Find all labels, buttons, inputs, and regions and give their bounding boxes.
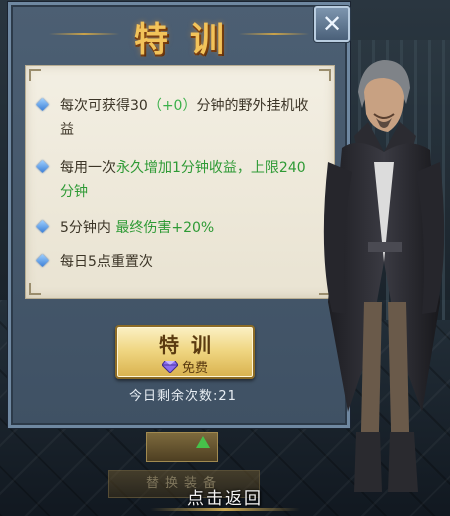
- training-panel: 特训 每次可获得30（+0）分钟的野外挂机收益 每用一次永久增加1分钟收益，上限…: [8, 2, 350, 428]
- rule-text: 每次可获得30: [60, 98, 148, 114]
- paper-corner: [29, 283, 41, 295]
- gem-icon: [161, 360, 178, 373]
- character-portrait: [323, 60, 445, 492]
- rule-text: 每用一次: [60, 160, 116, 176]
- rule-text: 5分钟内: [60, 220, 116, 236]
- train-button[interactable]: 特训 免费: [115, 325, 255, 379]
- rule-text: 每日5点重置次: [60, 254, 153, 270]
- diamond-bullet-icon: [36, 220, 49, 233]
- panel-title: 特训: [134, 19, 246, 60]
- rules-paper: 每次可获得30（+0）分钟的野外挂机收益 每用一次永久增加1分钟收益，上限240…: [25, 65, 335, 299]
- rule-item: 每次可获得30（+0）分钟的野外挂机收益: [36, 94, 310, 142]
- panel-header: 特训: [21, 9, 337, 63]
- rule-item: 每日5点重置次: [36, 250, 310, 274]
- rule-item: 5分钟内 最终伤害+20%: [36, 216, 310, 240]
- close-icon: ✕: [321, 10, 343, 38]
- train-button-sublabel: 免费: [181, 361, 208, 376]
- diamond-bullet-icon: [36, 254, 49, 267]
- remaining-count: 今日剩余次数:21: [129, 389, 237, 404]
- diamond-bullet-icon: [36, 160, 49, 173]
- rule-highlight: 最终伤害+20%: [115, 220, 215, 236]
- rule-item: 每用一次永久增加1分钟收益，上限240分钟: [36, 156, 310, 204]
- close-button[interactable]: ✕: [314, 6, 350, 42]
- bottom-ornament: [150, 508, 300, 511]
- train-button-label: 特训: [159, 333, 223, 357]
- rule-highlight: （+0）: [147, 98, 197, 114]
- paper-corner: [29, 69, 41, 81]
- up-arrow-icon: [196, 436, 210, 448]
- title-ornament-right: [239, 33, 309, 35]
- click-return-button[interactable]: 点击返回: [0, 484, 450, 509]
- train-button-cost: 免费: [117, 357, 253, 376]
- title-ornament-left: [49, 33, 119, 35]
- diamond-bullet-icon: [36, 98, 49, 111]
